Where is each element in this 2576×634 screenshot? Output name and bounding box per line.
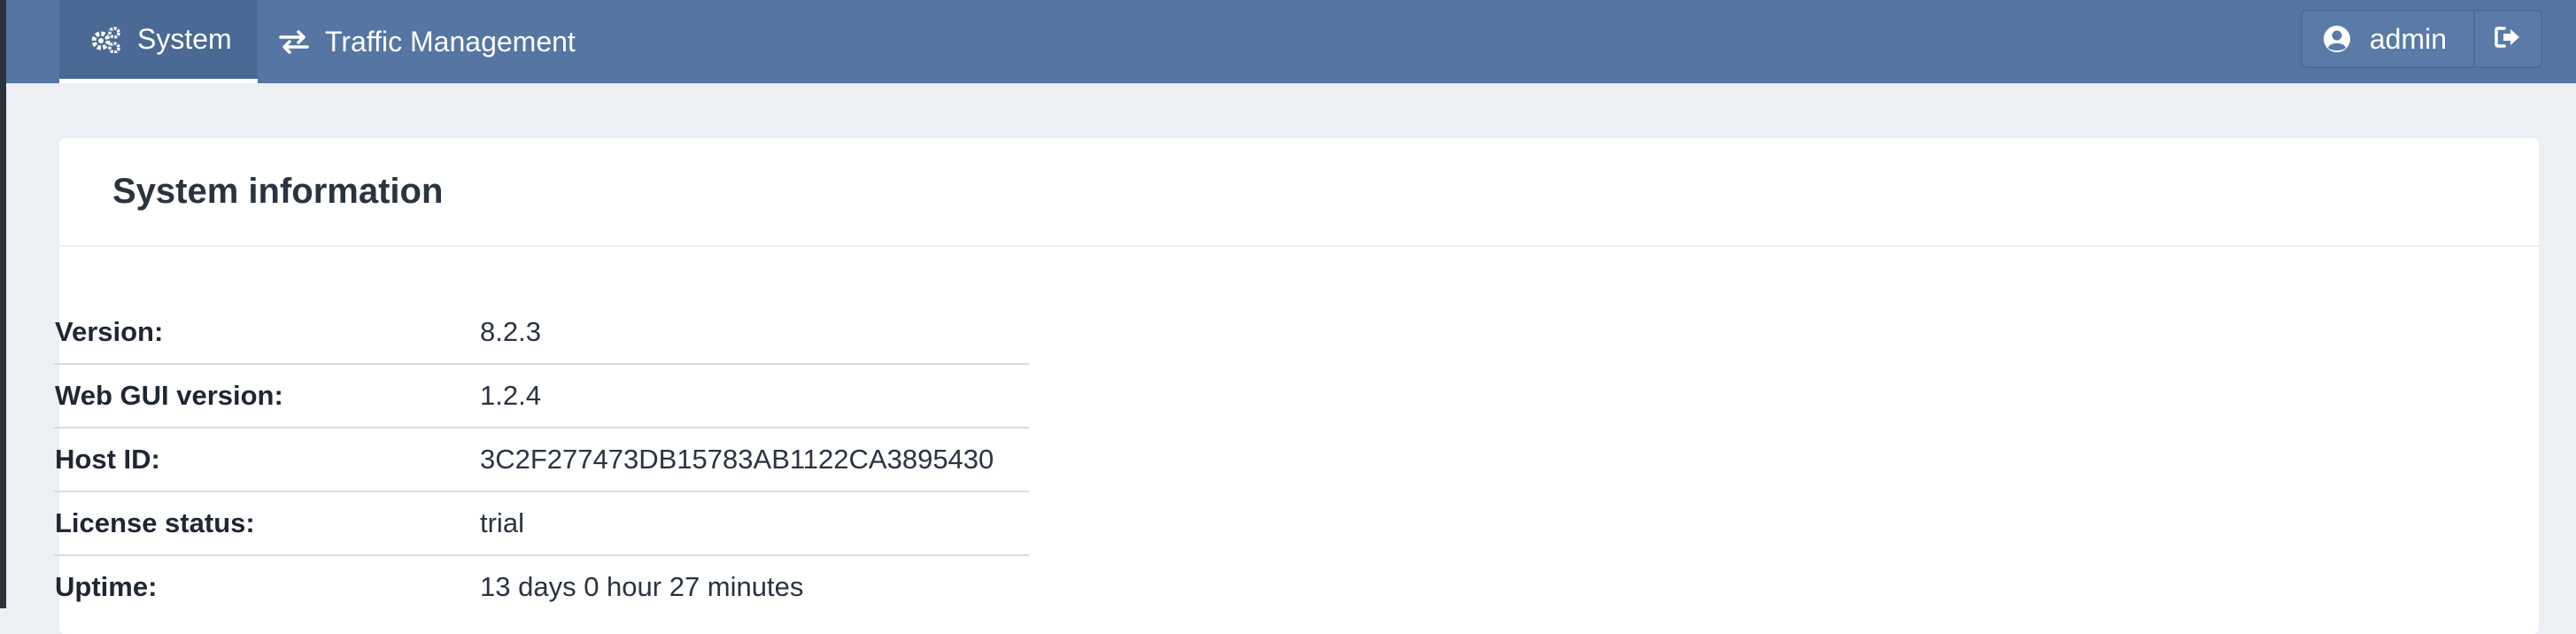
license-status-label: License status: — [53, 491, 480, 556]
username-label: admin — [2369, 22, 2447, 55]
user-circle-icon — [2322, 24, 2352, 54]
user-controls: admin — [2300, 10, 2542, 68]
tab-system-label: System — [137, 23, 232, 55]
top-navbar: System Traffic Management admin — [6, 0, 2576, 83]
system-info-table: Version: 8.2.3 Web GUI version: 1.2.4 Ho… — [53, 301, 1029, 618]
tab-traffic-management-label: Traffic Management — [325, 25, 576, 58]
version-value: 8.2.3 — [480, 301, 1029, 365]
license-status-value: trial — [480, 491, 1029, 556]
uptime-label: Uptime: — [55, 571, 158, 602]
gears-icon — [91, 26, 121, 53]
host-id-value: 3C2F277473DB15783AB1122CA3895430 — [480, 428, 1029, 492]
card-title: System information — [112, 172, 444, 211]
table-row: Web GUI version: 1.2.4 — [53, 364, 1029, 429]
web-gui-version-label: Web GUI version: — [53, 364, 480, 429]
version-label: Version: — [53, 301, 480, 365]
sign-out-icon — [2495, 26, 2521, 53]
host-id-label: Host ID: — [53, 428, 480, 492]
table-row: Host ID: 3C2F277473DB15783AB1122CA389543… — [53, 428, 1029, 492]
tab-system[interactable]: System — [59, 0, 258, 83]
uptime-value: 13 days 0 hour 27 minutes — [480, 571, 804, 602]
table-row: Uptime: 13 days 0 hour 27 minutes — [53, 555, 1029, 618]
table-row: Version: 8.2.3 — [53, 301, 1029, 365]
logout-button[interactable] — [2475, 12, 2541, 66]
window-edge — [0, 0, 6, 608]
tab-traffic-management[interactable]: Traffic Management — [258, 0, 597, 83]
card-header: System information — [59, 138, 2539, 247]
user-menu-button[interactable]: admin — [2302, 12, 2475, 66]
exchange-icon — [279, 29, 309, 54]
web-gui-version-value: 1.2.4 — [480, 364, 1029, 429]
table-row: License status: trial — [53, 491, 1029, 556]
